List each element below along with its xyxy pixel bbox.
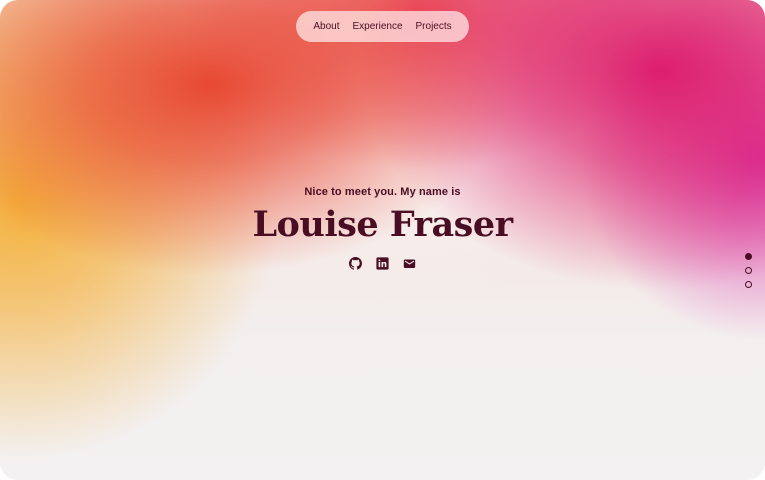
page: About Experience Projects Nice to meet y…: [0, 0, 765, 480]
nav-link-about[interactable]: About: [313, 21, 339, 32]
github-icon: [349, 256, 362, 270]
social-links: [0, 256, 765, 270]
linkedin-icon: [376, 256, 389, 270]
hero-greeting: Nice to meet you. My name is: [304, 186, 461, 198]
nav-link-experience[interactable]: Experience: [352, 21, 402, 32]
hero-name: Louise Fraser: [252, 204, 513, 245]
mail-icon: [403, 258, 416, 268]
section-dot-3[interactable]: [745, 281, 752, 288]
github-link[interactable]: [349, 256, 363, 270]
section-indicator: [745, 253, 752, 288]
linkedin-link[interactable]: [376, 256, 390, 270]
section-dot-2[interactable]: [745, 267, 752, 274]
section-dot-1[interactable]: [745, 253, 752, 260]
top-nav: About Experience Projects: [296, 11, 469, 42]
hero-section: Nice to meet you. My name is Louise Fras…: [0, 186, 765, 270]
mail-link[interactable]: [403, 256, 417, 270]
nav-link-projects[interactable]: Projects: [416, 21, 452, 32]
